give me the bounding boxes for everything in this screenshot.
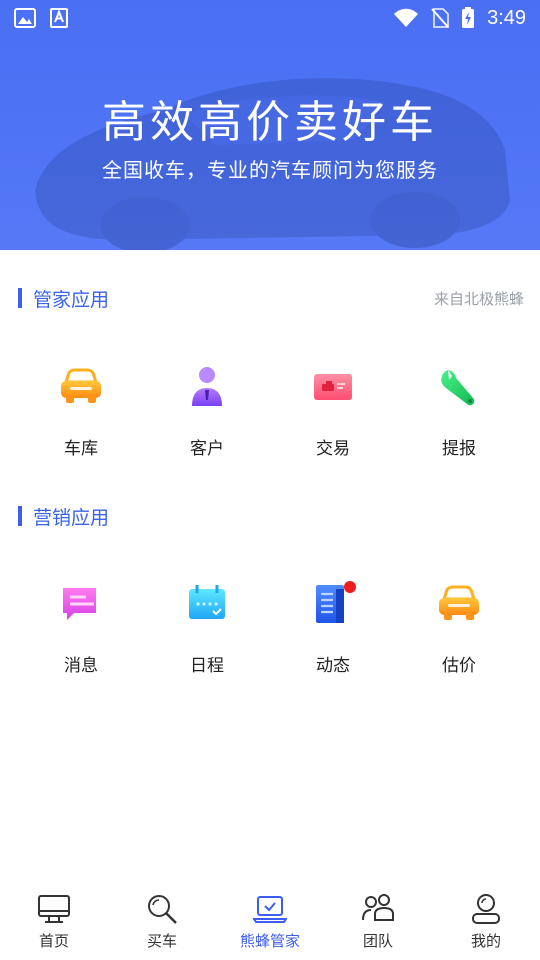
nav-home[interactable]: 首页 <box>0 880 108 960</box>
app-label: 估价 <box>442 656 476 676</box>
butler-apps-grid: 车库 客户 交易 提报 <box>0 362 540 459</box>
car-icon <box>439 585 479 620</box>
image-notification-icon <box>14 8 36 28</box>
status-time: 3:49 <box>487 6 526 29</box>
app-label: 客户 <box>190 439 224 459</box>
app-label: 日程 <box>190 656 224 676</box>
laptop-check-icon <box>253 896 287 923</box>
app-label: 提报 <box>442 439 476 459</box>
header-banner: 3:49 高效高价卖好车 全国收车，专业的汽车顾问为您服务 <box>0 0 540 250</box>
team-icon <box>362 894 394 921</box>
section-header-butler-apps: 管家应用 来自北极熊蜂 <box>18 286 524 311</box>
section-title: 管家应用 <box>33 288 110 311</box>
app-schedule[interactable]: 日程 <box>144 579 270 676</box>
calendar-icon <box>189 585 225 619</box>
search-icon <box>148 895 177 924</box>
bottom-navigation: 首页 买车 熊蜂管家 团队 我的 <box>0 880 540 960</box>
app-label: 动态 <box>316 656 350 676</box>
section-source-label: 来自北极熊蜂 <box>433 289 524 308</box>
customer-icon <box>192 367 222 406</box>
app-message[interactable]: 消息 <box>18 579 144 676</box>
nav-label: 熊蜂管家 <box>239 932 300 950</box>
nav-team[interactable]: 团队 <box>324 880 432 960</box>
nav-label: 我的 <box>470 932 501 950</box>
notification-badge <box>344 581 356 593</box>
status-bar: 3:49 <box>0 0 540 36</box>
news-icon <box>316 581 356 623</box>
no-sim-icon <box>431 8 449 28</box>
nav-profile[interactable]: 我的 <box>432 880 540 960</box>
app-customer[interactable]: 客户 <box>144 362 270 459</box>
app-news[interactable]: 动态 <box>270 579 396 676</box>
app-report[interactable]: 提报 <box>396 362 522 459</box>
message-icon <box>63 588 96 620</box>
nav-buy-car[interactable]: 买车 <box>108 880 216 960</box>
battery-charging-icon <box>462 7 475 28</box>
app-label: 交易 <box>316 439 350 459</box>
text-notification-icon <box>50 8 68 28</box>
section-accent-bar <box>18 288 22 308</box>
nav-label: 首页 <box>38 932 69 950</box>
section-header-marketing-apps: 营销应用 <box>18 504 524 529</box>
app-garage[interactable]: 车库 <box>18 362 144 459</box>
nav-label: 团队 <box>362 932 393 950</box>
car-icon <box>61 368 101 403</box>
section-accent-bar <box>18 506 22 526</box>
app-valuation[interactable]: 估价 <box>396 579 522 676</box>
profile-icon <box>472 894 500 924</box>
app-label: 消息 <box>64 656 98 676</box>
monitor-icon <box>38 895 70 923</box>
wrench-icon <box>441 370 475 406</box>
nav-label: 买车 <box>146 932 177 950</box>
app-trade[interactable]: 交易 <box>270 362 396 459</box>
banner-subtitle: 全国收车，专业的汽车顾问为您服务 <box>102 158 438 182</box>
banner-title: 高效高价卖好车 <box>102 97 438 148</box>
marketing-apps-grid: 消息 日程 动态 估价 <box>0 579 540 676</box>
section-title: 营销应用 <box>33 506 110 529</box>
wifi-icon <box>394 8 419 27</box>
nav-butler[interactable]: 熊蜂管家 <box>216 880 324 960</box>
trade-icon <box>314 374 352 400</box>
app-label: 车库 <box>64 439 98 459</box>
